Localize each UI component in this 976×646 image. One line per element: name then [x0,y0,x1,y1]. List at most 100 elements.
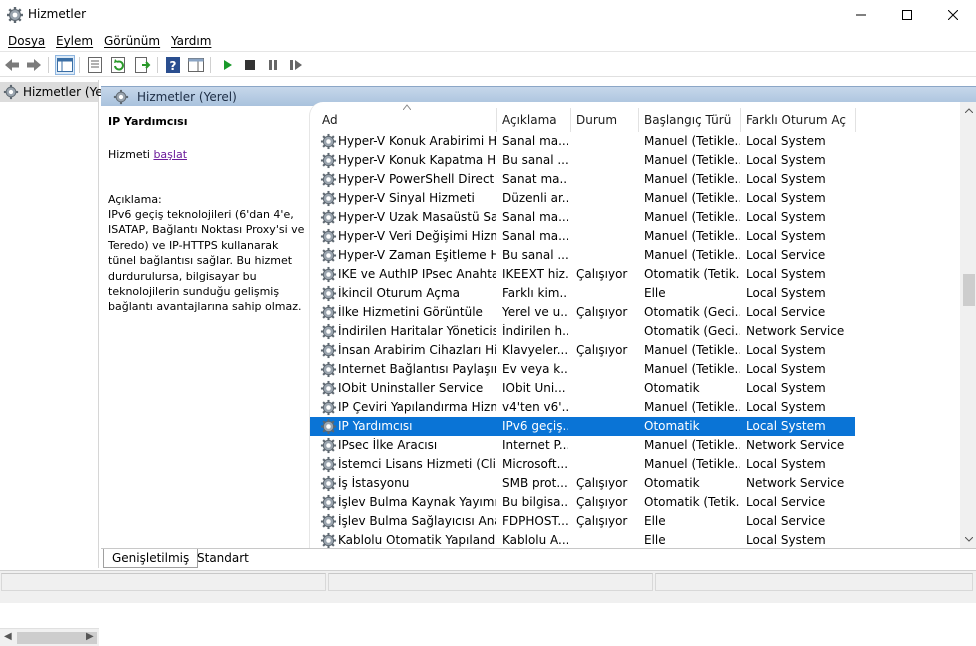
service-description: Bu sanal ... [502,248,568,262]
table-row[interactable]: Hyper-V Veri Değişimi Hizm... Sanal ma...… [310,227,855,246]
start-service-button[interactable] [218,55,238,75]
table-row[interactable]: IKE ve AuthIP IPsec Anahtar... IKEEXT hiz… [310,265,855,284]
column-headers: Ad Açıklama Durum Başlangıç Türü Farklı … [310,102,960,132]
console-tree-icon [57,58,73,72]
scroll-up-button[interactable] [960,102,976,119]
table-row[interactable]: İndirilen Haritalar Yöneticisi İndirilen … [310,322,855,341]
service-log-on-as: Network Service [746,324,845,338]
column-header-status[interactable]: Durum [576,113,617,127]
table-row[interactable]: Internet Bağlantısı Paylaşım... Ev veya k… [310,360,855,379]
service-gear-icon [320,513,337,530]
refresh-button[interactable] [109,55,129,75]
menu-eylem[interactable]: Eylem [56,34,93,48]
table-row-selected[interactable]: IP Yardımcısı IPv6 geçiş... Otomatik Local … [310,417,855,436]
tree-item-services-local[interactable]: Hizmetler (Yerel) [0,82,123,102]
table-row[interactable]: IObit Uninstaller Service IObit Uni... Oto… [310,379,855,398]
service-description: IKEEXT hiz... [502,267,568,281]
back-button[interactable] [2,55,22,75]
service-log-on-as: Local Service [746,248,826,262]
table-row[interactable]: Kablolu Otomatik Yapılandı... Kablolu A..… [310,531,855,548]
gear-icon [7,7,23,23]
service-description: SMB prot... [502,476,568,490]
table-row[interactable]: Hyper-V Zaman Eşitleme Hi... Bu sanal ...… [310,246,855,265]
table-row[interactable]: İş İstasyonu SMB prot... Çalışıyor Otomatik… [310,474,855,493]
service-startup-type: Otomatik (Tetik... [644,495,740,509]
service-startup-type: Otomatik (Geci... [644,324,740,338]
start-service-link[interactable]: başlat [153,148,187,161]
column-header-startup-type[interactable]: Başlangıç Türü [644,113,731,127]
close-icon [948,10,958,20]
start-prefix: Hizmeti [108,148,154,161]
table-row[interactable]: İnsan Arabirim Cihazları Hiz... Klavyeler… [310,341,855,360]
table-row[interactable]: İkincil Oturum Açma Farklı kim... Elle Loca… [310,284,855,303]
service-description: Sanal ma... [502,134,568,148]
close-button[interactable] [930,0,976,30]
description-text: IPv6 geçiş teknolojileri (6'dan 4'e, ISA… [108,208,305,314]
list-vertical-scrollbar[interactable] [960,102,976,548]
table-row[interactable]: Hyper-V Konuk Arabirimi H... Sanal ma... M… [310,132,855,151]
service-gear-icon [320,323,337,340]
service-gear-icon [320,209,337,226]
pause-service-button[interactable] [263,55,283,75]
tree-horizontal-scrollbar[interactable]: ◀ ▶ [0,628,99,646]
stop-service-button[interactable] [240,55,260,75]
service-name: IP Çeviri Yapılandırma Hizm... [338,400,496,414]
service-description: IObit Uni... [502,381,566,395]
table-row[interactable]: İşlev Bulma Kaynak Yayımı Bu bilgisa... Ça… [310,493,855,512]
resume-service-button[interactable] [286,55,306,75]
main-pane: Hizmetler (Yerel) IP Yardımcısı Hizmeti … [101,80,976,568]
scroll-right-icon[interactable]: ▶ [86,631,94,642]
service-log-on-as: Local Service [746,495,826,509]
minimize-button[interactable] [838,0,884,30]
service-startup-type: Otomatik (Geci... [644,305,740,319]
help-button[interactable]: ? [163,55,183,75]
service-gear-icon [320,399,337,416]
forward-button[interactable] [24,55,44,75]
menu-yardim[interactable]: Yardım [171,34,211,48]
maximize-icon [902,10,912,20]
table-row[interactable]: Hyper-V Uzak Masaüstü Sa... Sanal ma... Ma… [310,208,855,227]
service-gear-icon [320,228,337,245]
table-row[interactable]: İstemci Lisans Hizmeti (Clip... Microsoft… [310,455,855,474]
service-log-on-as: Local System [746,362,826,376]
scroll-down-button[interactable] [960,531,976,548]
table-row[interactable]: İlke Hizmetini Görüntüle Yerel ve u... Çal… [310,303,855,322]
properties-button[interactable] [85,55,105,75]
show-hide-action-pane-button[interactable] [186,55,206,75]
service-name: İlke Hizmetini Görüntüle [338,305,483,319]
maximize-button[interactable] [884,0,930,30]
menu-dosya[interactable]: Dosya [8,34,45,48]
table-row[interactable]: Hyper-V PowerShell Direct ... Sanat ma...… [310,170,855,189]
stop-icon [245,60,255,70]
service-description: Sanal ma... [502,229,568,243]
table-row[interactable]: IPsec İlke Aracısı Internet P... Manuel (T… [310,436,855,455]
column-header-name[interactable]: Ad [322,113,338,127]
tab-extended[interactable]: Genişletilmiş [103,549,199,568]
column-header-log-on-as[interactable]: Farklı Oturum Aç [746,113,846,127]
forward-icon [27,59,41,71]
scroll-thumb[interactable] [963,274,975,306]
scroll-left-icon[interactable]: ◀ [4,631,12,642]
export-list-button[interactable] [133,55,153,75]
column-header-description[interactable]: Açıklama [502,113,557,127]
scroll-thumb[interactable] [17,632,97,644]
service-gear-icon [320,247,337,264]
help-icon: ? [166,57,180,73]
service-name: İstemci Lisans Hizmeti (Clip... [338,457,496,471]
service-name: IObit Uninstaller Service [338,381,484,395]
table-row[interactable]: İşlev Bulma Sağlayıcısı Ana ... FDPHOST..… [310,512,855,531]
back-icon [5,59,19,71]
minimize-icon [856,14,866,16]
service-startup-type: Manuel (Tetikle... [644,438,740,452]
table-row[interactable]: Hyper-V Sinyal Hizmeti Düzenli ar... Manue… [310,189,855,208]
service-name: İndirilen Haritalar Yöneticisi [338,324,496,338]
menu-gorunum[interactable]: Görünüm [104,34,160,48]
table-row[interactable]: IP Çeviri Yapılandırma Hizm... v4'ten v6'… [310,398,855,417]
service-log-on-as: Local System [746,153,826,167]
table-row[interactable]: Hyper-V Konuk Kapatma Hi... Bu sanal ... M… [310,151,855,170]
service-gear-icon [320,171,337,188]
service-startup-type: Elle [644,533,666,547]
console-tree-button[interactable] [55,55,75,75]
service-gear-icon [320,342,337,359]
tab-standard[interactable]: Standart [189,549,257,568]
